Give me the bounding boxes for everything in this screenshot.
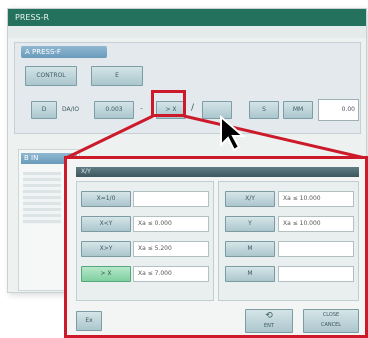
option-value-2: Xa ≤ 0.000 xyxy=(133,216,209,232)
option-button-6[interactable]: Y xyxy=(225,216,275,232)
option-value-5: Xa ≤ 10.000 xyxy=(278,191,354,207)
option-value-3: Xa ≤ 5.200 xyxy=(133,241,209,257)
popup-titlebar: X/Y xyxy=(76,167,359,177)
option-value-8 xyxy=(278,266,354,282)
option-button-2[interactable]: X<Y xyxy=(81,216,131,232)
option-button-4-selected[interactable]: > X xyxy=(81,266,131,282)
option-button-8[interactable]: M xyxy=(225,266,275,282)
ex-button[interactable]: Ex xyxy=(76,311,102,331)
cancel-button[interactable]: CLOSE CANCEL xyxy=(303,309,359,333)
option-value-4: Xa ≤ 7.000 xyxy=(133,266,209,282)
callout-line-left xyxy=(65,114,154,160)
option-button-7[interactable]: M xyxy=(225,241,275,257)
popup-left-group: X=1/0 X<Y Xa ≤ 0.000 X>Y Xa ≤ 5.200 > X … xyxy=(76,181,214,301)
mouse-cursor-icon xyxy=(220,115,246,152)
popup-right-group: X/Y Xa ≤ 10.000 Y Xa ≤ 10.000 M M xyxy=(218,181,359,301)
option-button-5[interactable]: X/Y xyxy=(225,191,275,207)
ok-button[interactable]: ⟲ ENT xyxy=(245,309,293,333)
option-value-6: Xa ≤ 10.000 xyxy=(278,216,354,232)
zoom-popup: X/Y X=1/0 X<Y Xa ≤ 0.000 X>Y Xa ≤ 5.200 … xyxy=(64,156,368,338)
option-button-1[interactable]: X=1/0 xyxy=(81,191,131,207)
option-value-1 xyxy=(133,191,209,207)
callout-line-right xyxy=(183,114,366,160)
option-value-7 xyxy=(278,241,354,257)
option-button-3[interactable]: X>Y xyxy=(81,241,131,257)
ok-icon: ⟲ xyxy=(265,311,273,321)
